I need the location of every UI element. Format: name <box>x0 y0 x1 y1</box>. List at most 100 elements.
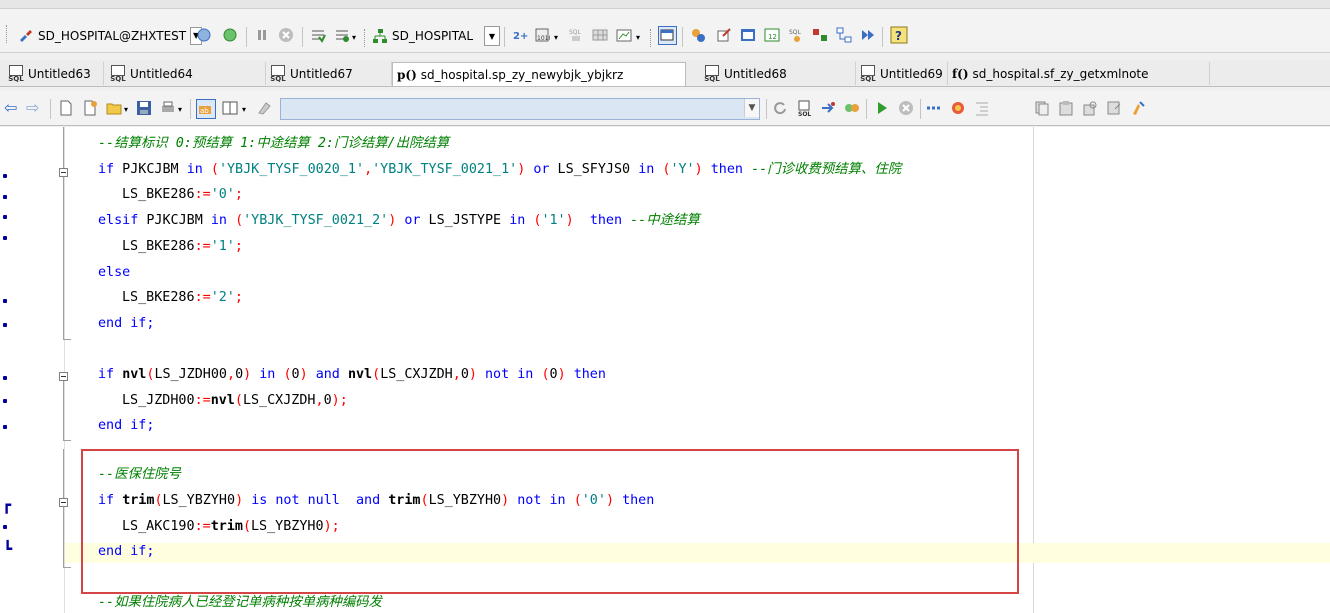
grid-icon[interactable] <box>592 27 608 43</box>
open-dropdown-icon[interactable]: ▾ <box>124 105 128 114</box>
code-assist-icon[interactable]: ab <box>196 99 216 119</box>
beautifier-icon[interactable] <box>1130 100 1146 116</box>
code-line-4[interactable]: elsif PJKCJBM in ('YBJK_TYSF_0021_2') or… <box>98 211 700 231</box>
run-icon[interactable] <box>874 100 890 116</box>
chart-dropdown-icon[interactable]: ▾ <box>636 33 640 42</box>
report-icon[interactable] <box>740 27 756 43</box>
layout-dropdown-icon[interactable]: ▾ <box>242 105 246 114</box>
code-line-6[interactable]: else <box>98 263 130 283</box>
chart-icon[interactable] <box>616 27 632 43</box>
editor-tab-bar: SQL Untitled63 SQL Untitled64 SQL Untitl… <box>0 60 1330 87</box>
network-icon[interactable] <box>222 27 238 43</box>
pause-icon[interactable] <box>254 27 270 43</box>
line-marker <box>3 174 7 178</box>
tab-sp-zy-newybjk-ybjkrz[interactable]: p() sd_hospital.sp_zy_newybjk_ybjkrz <box>392 62 686 86</box>
svg-text:?: ? <box>895 29 902 43</box>
print-dropdown-icon[interactable]: ▾ <box>178 105 182 114</box>
schema-dropdown[interactable]: ▼ <box>484 26 500 46</box>
code-line-1[interactable]: --结算标识 0:预结算 1:中途结算 2:门诊结算/出院结算 <box>98 134 449 154</box>
sql-window-icon: SQL <box>270 64 286 83</box>
help-icon[interactable]: ? <box>890 26 908 44</box>
back-arrow-icon[interactable]: ⇦ <box>4 98 17 117</box>
tab-untitled69[interactable]: SQL Untitled69 <box>856 62 948 85</box>
code-editor[interactable]: ┏ ┗ --结算标识 0:预结算 1:中途结算 2:门诊结算/出院结算 if P… <box>0 127 1330 613</box>
stop-icon[interactable] <box>278 27 294 43</box>
line-marker <box>3 299 7 303</box>
edit-object-icon[interactable] <box>716 27 732 43</box>
sql-execute-icon[interactable]: SQL <box>796 100 812 118</box>
layout-icon[interactable] <box>222 100 238 116</box>
open-folder-icon[interactable] <box>106 100 122 116</box>
forward-arrow-icon[interactable]: ⇨ <box>26 98 39 117</box>
fold-toggle-icon[interactable] <box>59 372 68 381</box>
fold-toggle-icon[interactable] <box>59 168 68 177</box>
line-marker <box>3 399 7 403</box>
find-icon[interactable] <box>1082 100 1098 116</box>
commit-icon[interactable] <box>310 27 326 43</box>
tab-sf-zy-getxmlnote[interactable]: f() sd_hospital.sf_zy_getxmlnote <box>948 62 1210 85</box>
binary-data-icon[interactable]: 1010 <box>534 27 552 43</box>
code-line-11[interactable]: LS_JZDH00:=nvl(LS_CXJZDH,0); <box>122 391 348 411</box>
copy-icon[interactable] <box>1034 100 1050 116</box>
main-toolbar: SD_HOSPITAL@ZHXTEST ▼ ▾ SD_HOSPITAL ▼ 2+… <box>0 9 1330 53</box>
session-icon[interactable] <box>196 27 212 43</box>
debug-icon[interactable] <box>844 100 860 116</box>
breakpoint-icon[interactable] <box>950 100 966 116</box>
binary-dropdown-icon[interactable]: ▾ <box>554 33 558 42</box>
diagram-icon[interactable] <box>836 27 852 43</box>
code-line-5[interactable]: LS_BKE286:='1'; <box>122 237 243 257</box>
cancel-run-icon[interactable] <box>898 100 914 116</box>
schema-label: SD_HOSPITAL <box>392 29 474 43</box>
paste-icon[interactable] <box>1058 100 1074 116</box>
code-line-3[interactable]: LS_BKE286:='0'; <box>122 185 243 205</box>
object-browser-icon[interactable] <box>690 27 706 43</box>
print-icon[interactable] <box>160 100 176 116</box>
step-icon[interactable] <box>926 100 942 116</box>
calendar-icon[interactable]: 12 <box>764 27 780 43</box>
rollback-icon[interactable] <box>334 27 350 43</box>
fold-line <box>63 127 64 339</box>
clear-icon[interactable] <box>256 100 272 116</box>
tab-label: Untitled63 <box>28 66 91 81</box>
compile-icon[interactable] <box>820 100 836 116</box>
tab-untitled68[interactable]: SQL Untitled68 <box>700 62 856 85</box>
explain-plan-icon[interactable]: 2+ <box>512 27 528 43</box>
code-line-7[interactable]: LS_BKE286:='2'; <box>122 288 243 308</box>
right-margin-guide <box>1033 127 1034 613</box>
procedure-icon: p() <box>397 67 417 82</box>
toolbar-grip-2[interactable] <box>364 29 368 47</box>
code-line-12[interactable]: end if; <box>98 416 154 436</box>
tab-untitled64[interactable]: SQL Untitled64 <box>106 62 266 85</box>
fold-end <box>63 339 71 340</box>
schema-button[interactable]: SD_HOSPITAL <box>372 25 473 47</box>
fast-forward-icon[interactable] <box>860 27 876 43</box>
toolbar-grip-3[interactable] <box>650 29 654 47</box>
code-line-2[interactable]: if PJKCJBM in ('YBJK_TYSF_0020_1','YBJK_… <box>98 160 901 180</box>
replace-icon[interactable] <box>1106 100 1122 116</box>
rollback-dropdown-icon[interactable]: ▾ <box>352 33 356 42</box>
sql-window-icon: SQL <box>110 64 126 83</box>
object-search-combo[interactable]: ▼ <box>280 98 760 120</box>
tab-label: Untitled64 <box>130 66 193 81</box>
code-line-19[interactable]: --如果住院病人已经登记单病种按单病种编码发 <box>98 593 382 613</box>
sql-format-icon[interactable]: SQL <box>568 27 584 43</box>
fold-toggle-icon[interactable] <box>59 498 68 507</box>
sessions-icon[interactable] <box>812 27 828 43</box>
search-dropdown-icon[interactable]: ▼ <box>744 99 759 117</box>
refresh-icon[interactable] <box>772 100 788 116</box>
toolbar-grip[interactable] <box>6 25 10 43</box>
new-file-icon[interactable] <box>58 100 74 116</box>
code-line-8[interactable]: end if; <box>98 314 154 334</box>
line-marker <box>3 236 7 240</box>
window-list-icon[interactable] <box>658 26 677 45</box>
save-icon[interactable] <box>136 100 152 116</box>
new-object-icon[interactable] <box>82 100 98 116</box>
code-line-10[interactable]: if nvl(LS_JZDH00,0) in (0) and nvl(LS_CX… <box>98 365 606 385</box>
indent-icon[interactable] <box>974 100 990 116</box>
tab-label: Untitled68 <box>724 66 787 81</box>
block-end-marker-icon: ┗ <box>3 540 13 558</box>
tab-untitled67[interactable]: SQL Untitled67 <box>266 62 392 85</box>
tab-untitled63[interactable]: SQL Untitled63 <box>4 62 104 85</box>
sql-monitor-icon[interactable]: SQL <box>788 27 804 43</box>
connection-button[interactable]: SD_HOSPITAL@ZHXTEST ▼ <box>18 25 203 47</box>
